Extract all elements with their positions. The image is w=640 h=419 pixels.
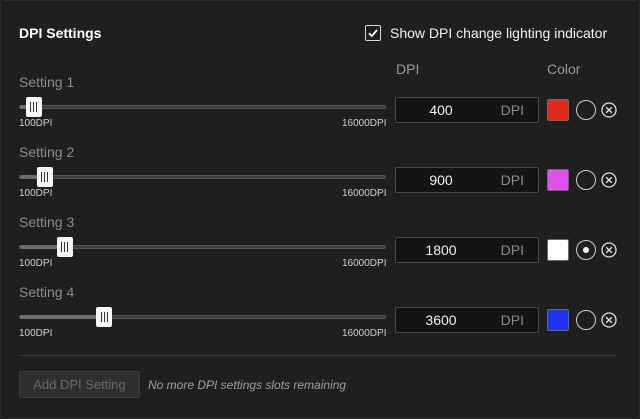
slider-max-label: 16000DPI [342, 118, 387, 129]
dpi-unit-label: DPI [500, 172, 524, 188]
color-swatch[interactable] [547, 169, 569, 191]
active-setting-radio[interactable] [576, 170, 596, 190]
dpi-setting-row: Setting 4 100DPI 16000DPI DPI [1, 284, 640, 344]
dpi-setting-row: Setting 2 100DPI 16000DPI DPI [1, 144, 640, 204]
dpi-slider-handle[interactable] [25, 97, 42, 117]
dpi-value-input[interactable] [396, 98, 486, 122]
show-indicator-label: Show DPI change lighting indicator [390, 25, 608, 41]
slider-max-label: 16000DPI [342, 188, 387, 199]
dpi-slider-track[interactable] [19, 105, 386, 109]
remove-icon [601, 242, 617, 258]
dpi-unit-label: DPI [500, 242, 524, 258]
no-slots-message: No more DPI settings slots remaining [148, 378, 347, 392]
setting-label: Setting 4 [19, 284, 75, 300]
dpi-setting-row: Setting 3 100DPI 16000DPI DPI [1, 214, 640, 274]
remove-setting-button[interactable] [601, 312, 617, 328]
dpi-input-box: DPI [395, 237, 539, 263]
dpi-value-input[interactable] [396, 168, 486, 192]
color-swatch[interactable] [547, 309, 569, 331]
active-setting-radio[interactable] [576, 100, 596, 120]
dpi-slider-handle[interactable] [56, 237, 73, 257]
show-indicator-toggle[interactable]: Show DPI change lighting indicator [365, 23, 607, 43]
dpi-slider-handle[interactable] [96, 307, 113, 327]
remove-icon [601, 312, 617, 328]
dpi-value-input[interactable] [396, 308, 486, 332]
slider-max-label: 16000DPI [342, 258, 387, 269]
dpi-unit-label: DPI [500, 312, 524, 328]
setting-label: Setting 2 [19, 144, 75, 160]
dpi-settings-panel: DPI Settings Show DPI change lighting in… [0, 0, 640, 419]
dpi-input-box: DPI [395, 307, 539, 333]
dpi-slider-handle[interactable] [36, 167, 53, 187]
panel-title: DPI Settings [19, 25, 102, 41]
dpi-input-box: DPI [395, 97, 539, 123]
slider-max-label: 16000DPI [342, 328, 387, 339]
show-indicator-checkbox[interactable] [365, 25, 381, 41]
slider-min-label: 100DPI [19, 118, 53, 129]
remove-setting-button[interactable] [601, 102, 617, 118]
active-setting-radio[interactable] [576, 240, 596, 260]
active-setting-radio[interactable] [576, 310, 596, 330]
remove-setting-button[interactable] [601, 172, 617, 188]
remove-icon [601, 172, 617, 188]
dpi-slider-track[interactable] [19, 315, 386, 319]
dpi-input-box: DPI [395, 167, 539, 193]
add-dpi-setting-button[interactable]: Add DPI Setting [19, 371, 140, 398]
dpi-unit-label: DPI [500, 102, 524, 118]
slider-min-label: 100DPI [19, 258, 53, 269]
setting-label: Setting 3 [19, 214, 75, 230]
color-swatch[interactable] [547, 99, 569, 121]
remove-icon [601, 102, 617, 118]
checkmark-icon [368, 29, 378, 38]
dpi-slider-track[interactable] [19, 175, 386, 179]
dpi-slider-track[interactable] [19, 245, 386, 249]
color-swatch[interactable] [547, 239, 569, 261]
setting-label: Setting 1 [19, 74, 75, 90]
dpi-value-input[interactable] [396, 238, 486, 262]
remove-setting-button[interactable] [601, 242, 617, 258]
dpi-slider-fill [20, 315, 106, 319]
slider-min-label: 100DPI [19, 188, 53, 199]
dpi-setting-row: Setting 1 100DPI 16000DPI DPI [1, 74, 640, 134]
divider [19, 355, 617, 356]
slider-min-label: 100DPI [19, 328, 53, 339]
